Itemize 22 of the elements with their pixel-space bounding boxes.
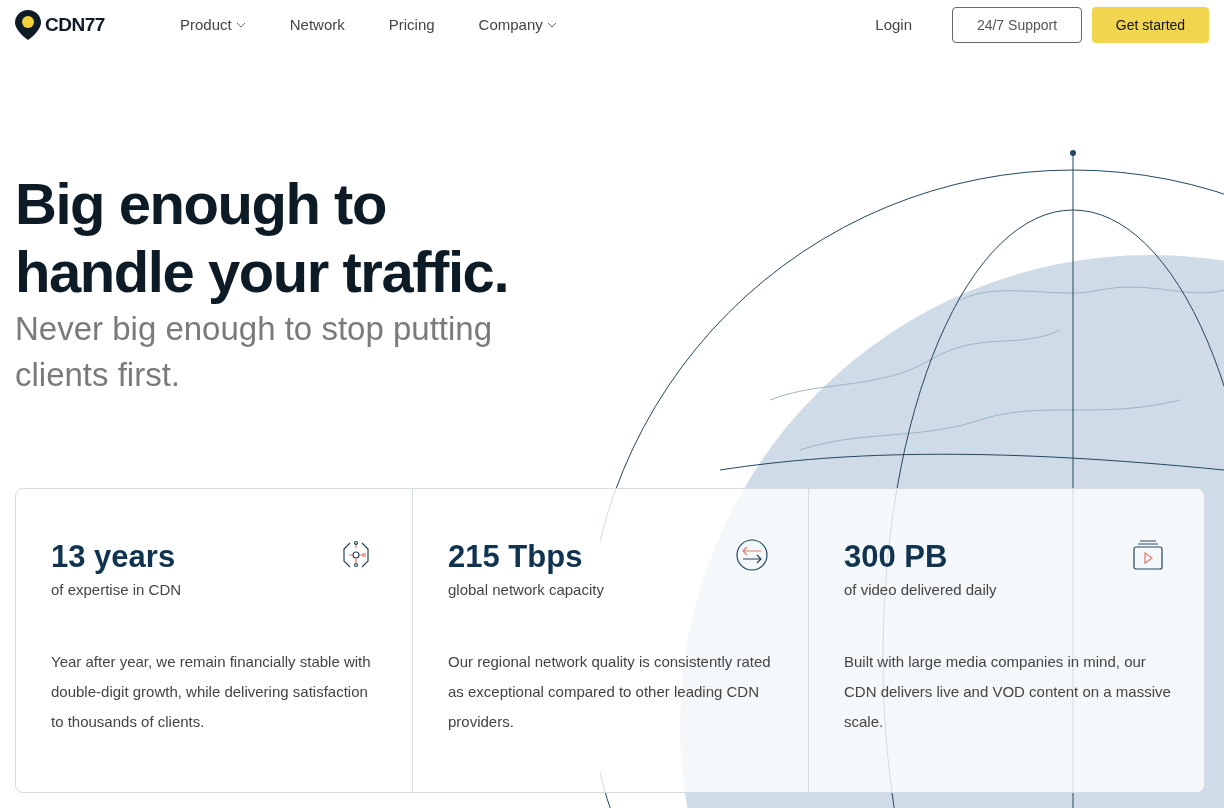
nav-link[interactable]: Product: [180, 13, 246, 37]
exchange-arrows-icon: [736, 539, 768, 571]
hero-title: Big enough to handle your traffic.: [15, 170, 510, 306]
stat-description: Our regional network quality is consistently rated as exceptional compared to other leading CDN providers.: [448, 651, 772, 732]
stat-caption: of video delivered daily: [844, 580, 998, 600]
login-link[interactable]: Login: [875, 13, 912, 37]
stat-description: Year after year, we remain financially stable with double-digit growth, while delivering satisfaction to thousands of clients.: [51, 651, 372, 732]
nav-link[interactable]: Network: [289, 13, 345, 37]
hero-subtitle: Never big enough to stop putting clients first.: [15, 309, 493, 395]
get-started-button[interactable]: Get started: [1092, 7, 1209, 43]
nav-link[interactable]: Pricing: [388, 13, 435, 37]
stat-value: 300 PB: [844, 539, 948, 575]
map-pin-logo-icon: [15, 10, 41, 40]
stat-caption: global network capacity: [448, 580, 605, 600]
nav-link[interactable]: Company: [478, 13, 557, 37]
video-player-icon: [1132, 539, 1164, 571]
logo-text[interactable]: CDN77: [45, 10, 105, 40]
stat-description: Built with large media companies in mind, our CDN delivers live and VOD content on a massive scale.: [844, 651, 1172, 732]
stat-value: 215 Tbps: [448, 539, 583, 575]
support-button[interactable]: 24/7 Support: [952, 7, 1082, 43]
stat-value: 13 years: [51, 539, 176, 575]
stat-caption: of expertise in CDN: [51, 580, 183, 600]
